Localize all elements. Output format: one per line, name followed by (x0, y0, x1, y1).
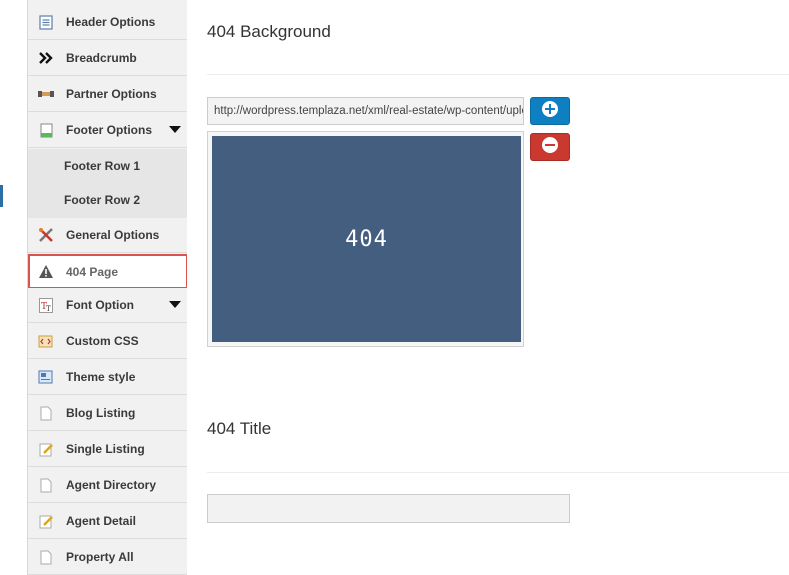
options-sidebar: Header Options Breadcrumb Partner Option… (27, 0, 189, 575)
sidebar-item-single-listing[interactable]: Single Listing (28, 432, 188, 467)
background-section-title: 404 Background (207, 22, 331, 41)
sidebar-item-label: Theme style (66, 370, 136, 384)
sidebar-item-partner-options[interactable]: Partner Options (28, 77, 188, 112)
sidebar-item-breadcrumb[interactable]: Breadcrumb (28, 41, 188, 76)
sidebar-item-label: Footer Row 2 (64, 193, 141, 207)
sidebar-item-agent-directory[interactable]: Agent Directory (28, 468, 188, 503)
sidebar-item-label: Agent Detail (66, 514, 137, 528)
divider (207, 472, 789, 473)
chevron-down-icon[interactable] (169, 126, 181, 133)
background-image-preview: 404 (212, 136, 521, 342)
blank-page-icon (38, 477, 54, 493)
edit-page-icon (38, 513, 54, 529)
sidebar-item-label: Single Listing (66, 442, 145, 456)
minus-circle-icon (541, 136, 559, 159)
edge-marker (0, 185, 3, 207)
sidebar-item-label: Partner Options (66, 87, 157, 101)
image-preview-frame: 404 (207, 131, 524, 347)
theme-icon (38, 369, 54, 385)
sidebar-item-header-options[interactable]: Header Options (28, 5, 188, 40)
sidebar-item-label: Header Options (66, 15, 156, 29)
sidebar-item-font-option[interactable]: TT Font Option (28, 288, 188, 323)
background-url-field[interactable]: http://wordpress.templaza.net/xml/real-e… (207, 97, 524, 125)
double-chevron-icon (38, 50, 54, 66)
blank-page-icon (38, 549, 54, 565)
code-file-icon (38, 333, 54, 349)
left-edge-strip (0, 0, 27, 575)
edit-page-icon (38, 441, 54, 457)
add-image-button[interactable] (530, 97, 570, 125)
sidebar-item-property-all[interactable]: Property All (28, 540, 188, 575)
sidebar-item-custom-css[interactable]: Custom CSS (28, 324, 188, 359)
sidebar-subitem-footer-row-1[interactable]: Footer Row 1 (28, 149, 188, 184)
sidebar-item-404-page[interactable]: 404 Page (28, 254, 188, 289)
title-section-title: 404 Title (207, 419, 272, 438)
sidebar-item-label: Property All (66, 550, 134, 564)
sidebar-item-label: Agent Directory (66, 478, 157, 492)
warning-icon (38, 264, 54, 280)
sidebar-item-label: 404 Page (66, 264, 119, 279)
footer-page-icon (38, 122, 54, 138)
settings-panel: 404 Background http://wordpress.templaza… (187, 0, 789, 575)
partner-icon (38, 86, 54, 102)
divider (207, 74, 789, 75)
sidebar-item-label: Font Option (66, 298, 134, 312)
title-text-field[interactable] (207, 494, 570, 523)
sidebar-item-agent-detail[interactable]: Agent Detail (28, 504, 188, 539)
sidebar-item-label: Blog Listing (66, 406, 136, 420)
sidebar-item-footer-options[interactable]: Footer Options (28, 113, 188, 148)
font-icon: TT (38, 297, 54, 313)
sidebar-item-label: Footer Options (66, 123, 152, 137)
blank-page-icon (38, 405, 54, 421)
document-lines-icon (38, 14, 54, 30)
sidebar-item-general-options[interactable]: General Options (28, 218, 188, 253)
sidebar-subitem-footer-row-2[interactable]: Footer Row 2 (28, 183, 188, 218)
chevron-down-icon[interactable] (169, 301, 181, 308)
sidebar-item-theme-style[interactable]: Theme style (28, 360, 188, 395)
sidebar-item-label: Breadcrumb (66, 51, 137, 65)
tools-icon (38, 227, 54, 243)
sidebar-item-label: General Options (66, 228, 160, 242)
preview-text: 404 (345, 226, 388, 252)
remove-image-button[interactable] (530, 133, 570, 161)
sidebar-item-label: Footer Row 1 (64, 159, 141, 173)
svg-text:T: T (46, 305, 51, 313)
plus-circle-icon (541, 100, 559, 123)
sidebar-item-blog-listing[interactable]: Blog Listing (28, 396, 188, 431)
sidebar-item-label: Custom CSS (66, 334, 139, 348)
